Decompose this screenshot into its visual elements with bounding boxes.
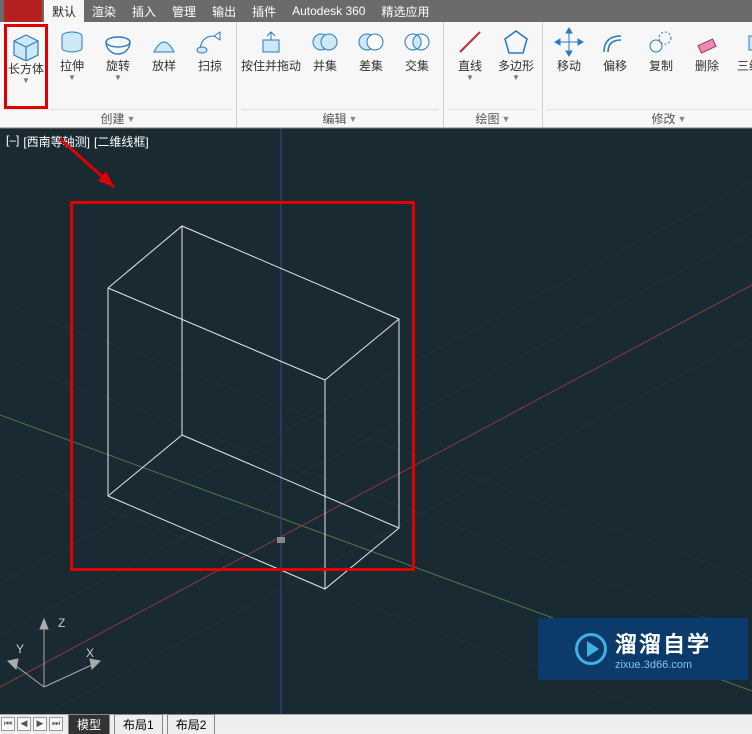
copy-icon [645, 26, 677, 58]
loft-icon [148, 26, 180, 58]
copy-label: 复制 [649, 60, 673, 73]
panel-draw: 直线 ▼ 多边形 ▼ 绘图 ▼ [444, 22, 543, 127]
mirror3d-label: 三维镜像 [737, 60, 752, 73]
loft-button[interactable]: 放样 [142, 24, 186, 109]
tab-nav-prev[interactable]: ◀ [17, 717, 31, 731]
menu-tab-insert[interactable]: 插入 [124, 0, 164, 23]
watermark-title: 溜溜自学 [615, 627, 711, 659]
subtract-icon [355, 26, 387, 58]
chevron-down-icon: ▼ [114, 73, 122, 82]
erase-button[interactable]: 删除 [685, 24, 729, 109]
presspull-icon [255, 26, 287, 58]
chevron-down-icon: ▼ [678, 114, 687, 124]
offset-button[interactable]: 偏移 [593, 24, 637, 109]
tab-layout2[interactable]: 布局2 [167, 714, 216, 734]
watermark: 溜溜自学 zixue.3d66.com [538, 618, 748, 680]
move-button[interactable]: 移动 [547, 24, 591, 109]
menu-tab-output[interactable]: 输出 [204, 0, 244, 23]
chevron-down-icon: ▼ [512, 73, 520, 82]
intersect-label: 交集 [405, 60, 429, 73]
tab-nav-first[interactable]: ⏮ [1, 717, 15, 731]
intersect-button[interactable]: 交集 [395, 24, 439, 109]
loft-label: 放样 [152, 60, 176, 73]
presspull-label: 按住并拖动 [241, 60, 301, 73]
sweep-icon [194, 26, 226, 58]
presspull-button[interactable]: 按住并拖动 [241, 24, 301, 109]
panel-create-title[interactable]: 创建 ▼ [4, 109, 232, 127]
menu-bar: 默认 渲染 插入 管理 输出 插件 Autodesk 360 精选应用 [0, 0, 752, 22]
panel-edit-title[interactable]: 编辑 ▼ [241, 109, 439, 127]
copy-button[interactable]: 复制 [639, 24, 683, 109]
mirror3d-icon [745, 26, 752, 58]
move-label: 移动 [557, 60, 581, 73]
line-icon [454, 26, 486, 58]
offset-icon [599, 26, 631, 58]
chevron-down-icon: ▼ [127, 114, 136, 124]
menu-tab-plugins[interactable]: 插件 [244, 0, 284, 23]
chevron-down-icon: ▼ [68, 73, 76, 82]
panel-edit-title-label: 编辑 [323, 110, 347, 127]
revolve-button[interactable]: 旋转 ▼ [96, 24, 140, 109]
tab-nav-last[interactable]: ⏭ [49, 717, 63, 731]
tab-layout1[interactable]: 布局1 [114, 714, 163, 734]
polygon-button[interactable]: 多边形 ▼ [494, 24, 538, 109]
chevron-down-icon: ▼ [466, 73, 474, 82]
union-icon [309, 26, 341, 58]
revolve-label: 旋转 [106, 60, 130, 73]
polygon-icon [500, 26, 532, 58]
play-icon [575, 633, 607, 665]
panel-modify: 移动 偏移 复制 删除 [543, 22, 752, 127]
line-button[interactable]: 直线 ▼ [448, 24, 492, 109]
panel-draw-title[interactable]: 绘图 ▼ [448, 109, 538, 127]
chevron-down-icon: ▼ [349, 114, 358, 124]
subtract-label: 差集 [359, 60, 383, 73]
extrude-button[interactable]: 拉伸 ▼ [50, 24, 94, 109]
tab-model[interactable]: 模型 [68, 714, 110, 734]
tab-nav-next[interactable]: ▶ [33, 717, 47, 731]
axis-x-label: X [86, 646, 94, 660]
panel-edit: 按住并拖动 并集 差集 交集 编辑 [237, 22, 444, 127]
box-label: 长方体 [8, 63, 44, 76]
mirror3d-button[interactable]: 三维镜像 [731, 24, 752, 109]
line-label: 直线 [458, 60, 482, 73]
menu-tab-render[interactable]: 渲染 [84, 0, 124, 23]
menu-tab-default[interactable]: 默认 [44, 0, 84, 23]
union-label: 并集 [313, 60, 337, 73]
annotation-highlight-box [70, 201, 415, 571]
chevron-down-icon: ▼ [502, 114, 511, 124]
chevron-down-icon: ▼ [22, 76, 30, 85]
viewport[interactable]: [–] [西南等轴测] [二维线框] [0, 128, 752, 714]
layout-tabs: ⏮ ◀ ▶ ⏭ 模型 布局1 布局2 [0, 714, 752, 732]
app-menu-button[interactable] [4, 0, 42, 22]
menu-tab-featured[interactable]: 精选应用 [373, 0, 437, 23]
panel-create-title-label: 创建 [101, 110, 125, 127]
panel-modify-title-label: 修改 [652, 110, 676, 127]
union-button[interactable]: 并集 [303, 24, 347, 109]
extrude-icon [56, 26, 88, 58]
menu-tab-a360[interactable]: Autodesk 360 [284, 1, 373, 21]
panel-modify-title[interactable]: 修改 ▼ [547, 109, 752, 127]
offset-label: 偏移 [603, 60, 627, 73]
extrude-label: 拉伸 [60, 60, 84, 73]
intersect-icon [401, 26, 433, 58]
ribbon: 长方体 ▼ 拉伸 ▼ 旋转 ▼ 放样 [0, 22, 752, 128]
sweep-label: 扫掠 [198, 60, 222, 73]
subtract-button[interactable]: 差集 [349, 24, 393, 109]
axis-z-label: Z [58, 616, 65, 630]
axis-y-label: Y [16, 642, 24, 656]
revolve-icon [102, 26, 134, 58]
erase-label: 删除 [695, 60, 719, 73]
panel-draw-title-label: 绘图 [476, 110, 500, 127]
move-icon [553, 26, 585, 58]
panel-create: 长方体 ▼ 拉伸 ▼ 旋转 ▼ 放样 [0, 22, 237, 127]
erase-icon [691, 26, 723, 58]
box-icon [10, 29, 42, 61]
polygon-label: 多边形 [498, 60, 534, 73]
sweep-button[interactable]: 扫掠 [188, 24, 232, 109]
watermark-sub: zixue.3d66.com [615, 659, 711, 671]
box-button[interactable]: 长方体 ▼ [4, 24, 48, 109]
menu-tab-manage[interactable]: 管理 [164, 0, 204, 23]
